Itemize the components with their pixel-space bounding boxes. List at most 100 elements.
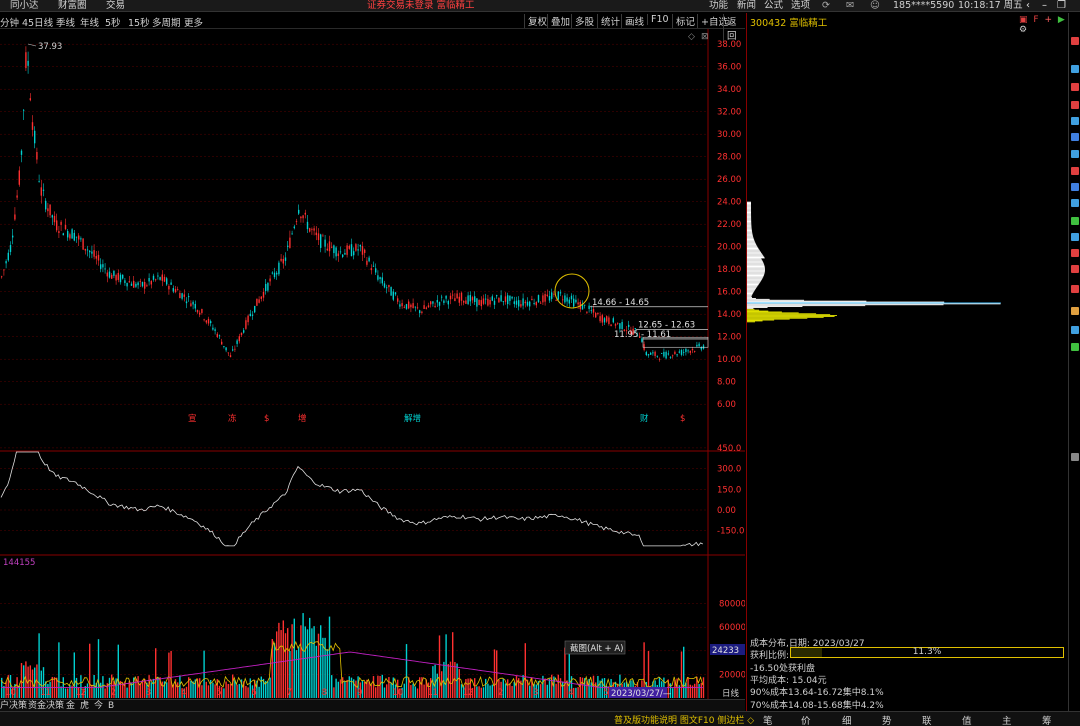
period-quarter[interactable]: 季线 bbox=[56, 15, 75, 29]
candle-body[interactable] bbox=[434, 305, 436, 308]
candle-body[interactable] bbox=[485, 298, 487, 300]
candle-body[interactable] bbox=[203, 319, 205, 321]
candle-body[interactable] bbox=[652, 352, 654, 354]
candle-body[interactable] bbox=[368, 257, 370, 262]
candle-body[interactable] bbox=[12, 235, 14, 238]
minimize-icon[interactable]: – bbox=[1042, 0, 1047, 12]
tab-trades[interactable]: 笔 bbox=[763, 713, 773, 726]
candle-body[interactable] bbox=[669, 357, 672, 359]
menu-tonghuada[interactable]: 同小达 bbox=[10, 0, 39, 12]
candle-body[interactable] bbox=[595, 313, 597, 318]
candle-body[interactable] bbox=[69, 234, 71, 239]
candle-body[interactable] bbox=[273, 272, 276, 278]
candle-body[interactable] bbox=[350, 244, 353, 257]
candle-body[interactable] bbox=[586, 311, 588, 313]
candle-body[interactable] bbox=[16, 195, 18, 198]
candle-body[interactable] bbox=[700, 347, 702, 350]
candle-body[interactable] bbox=[216, 333, 218, 338]
candle-body[interactable] bbox=[405, 304, 408, 309]
candle-body[interactable] bbox=[337, 253, 339, 257]
candle-body[interactable] bbox=[111, 274, 113, 279]
candle-body[interactable] bbox=[58, 231, 60, 234]
candle-body[interactable] bbox=[177, 289, 179, 291]
candle-body[interactable] bbox=[410, 304, 412, 308]
candle-body[interactable] bbox=[689, 350, 691, 353]
candle-body[interactable] bbox=[128, 281, 130, 283]
candle-body[interactable] bbox=[71, 229, 73, 239]
message-icon[interactable]: ✉ bbox=[846, 0, 854, 12]
candle-body[interactable] bbox=[331, 246, 333, 248]
candle-body[interactable] bbox=[647, 354, 650, 356]
candle-body[interactable] bbox=[157, 275, 159, 277]
tab-linked[interactable]: 联 bbox=[922, 713, 932, 726]
event-marker[interactable]: 财 bbox=[640, 413, 649, 424]
diamond-icon[interactable]: ◇ bbox=[688, 32, 695, 42]
candle-body[interactable] bbox=[379, 277, 381, 280]
candle-body[interactable] bbox=[298, 209, 300, 214]
candle-body[interactable] bbox=[577, 302, 579, 305]
restore-icon[interactable]: ❐ bbox=[1057, 0, 1066, 12]
menu-function[interactable]: 功能 bbox=[709, 0, 728, 12]
candle-body[interactable] bbox=[130, 283, 133, 286]
candle-body[interactable] bbox=[449, 295, 452, 300]
candle-body[interactable] bbox=[214, 329, 216, 331]
candle-body[interactable] bbox=[170, 282, 172, 285]
candle-body[interactable] bbox=[432, 301, 434, 304]
candle-body[interactable] bbox=[124, 280, 126, 284]
candle-body[interactable] bbox=[621, 321, 623, 330]
candle-body[interactable] bbox=[628, 324, 630, 327]
candle-body[interactable] bbox=[280, 258, 282, 261]
candle-body[interactable] bbox=[89, 250, 91, 253]
candle-body[interactable] bbox=[685, 348, 687, 352]
candle-body[interactable] bbox=[590, 310, 592, 312]
candle-body[interactable] bbox=[271, 272, 273, 274]
refresh-icon[interactable]: ⟳ bbox=[822, 0, 830, 12]
candle-body[interactable] bbox=[161, 274, 163, 281]
status-note[interactable]: 普及版功能说明 图文F10 侧边栏 ◇ bbox=[614, 713, 754, 726]
sidebar-item-3-icon[interactable] bbox=[1071, 83, 1079, 91]
candle-body[interactable] bbox=[210, 321, 212, 324]
candle-body[interactable] bbox=[278, 262, 280, 275]
candle-body[interactable] bbox=[95, 256, 97, 259]
candle-body[interactable] bbox=[599, 316, 601, 322]
candle-body[interactable] bbox=[80, 238, 82, 240]
candle-body[interactable] bbox=[137, 282, 139, 286]
candle-body[interactable] bbox=[339, 251, 342, 253]
candle-body[interactable] bbox=[342, 254, 344, 257]
candle-body[interactable] bbox=[529, 301, 531, 307]
event-marker[interactable]: $ bbox=[680, 414, 685, 424]
candle-body[interactable] bbox=[300, 216, 302, 219]
candle-body[interactable] bbox=[667, 353, 669, 355]
candle-body[interactable] bbox=[144, 281, 146, 289]
candle-body[interactable] bbox=[335, 247, 337, 257]
candle-body[interactable] bbox=[67, 231, 69, 238]
candle-body[interactable] bbox=[150, 280, 152, 285]
candle-body[interactable] bbox=[504, 296, 507, 302]
sidebar-item-7-icon[interactable] bbox=[1071, 150, 1079, 158]
candle-body[interactable] bbox=[399, 304, 401, 307]
candle-body[interactable] bbox=[355, 244, 357, 251]
candle-body[interactable] bbox=[56, 220, 58, 231]
candle-body[interactable] bbox=[346, 245, 348, 255]
candle-body[interactable] bbox=[5, 261, 7, 264]
action-multi-stock[interactable]: 多股 bbox=[571, 14, 594, 28]
action-stats[interactable]: 统计 bbox=[597, 14, 620, 28]
candle-body[interactable] bbox=[183, 294, 185, 297]
candle-body[interactable] bbox=[328, 241, 331, 252]
event-marker[interactable]: 解增 bbox=[404, 413, 421, 424]
event-marker[interactable]: 增 bbox=[298, 413, 307, 424]
event-markers[interactable]: 宣 冻 $ 增 解增 财 $ bbox=[188, 413, 685, 424]
candle-body[interactable] bbox=[557, 291, 559, 300]
candle-body[interactable] bbox=[311, 228, 313, 230]
candle-body[interactable] bbox=[227, 352, 229, 354]
candle-body[interactable] bbox=[500, 295, 502, 302]
candle-body[interactable] bbox=[608, 317, 610, 324]
candle-body[interactable] bbox=[232, 349, 234, 351]
candle-body[interactable] bbox=[377, 275, 379, 280]
candle-body[interactable] bbox=[480, 300, 482, 307]
candle-body[interactable] bbox=[476, 298, 478, 307]
candle-body[interactable] bbox=[520, 304, 522, 307]
candle-body[interactable] bbox=[518, 300, 520, 307]
candle-body[interactable] bbox=[245, 320, 247, 329]
period-15sec[interactable]: 15秒 bbox=[128, 15, 150, 29]
